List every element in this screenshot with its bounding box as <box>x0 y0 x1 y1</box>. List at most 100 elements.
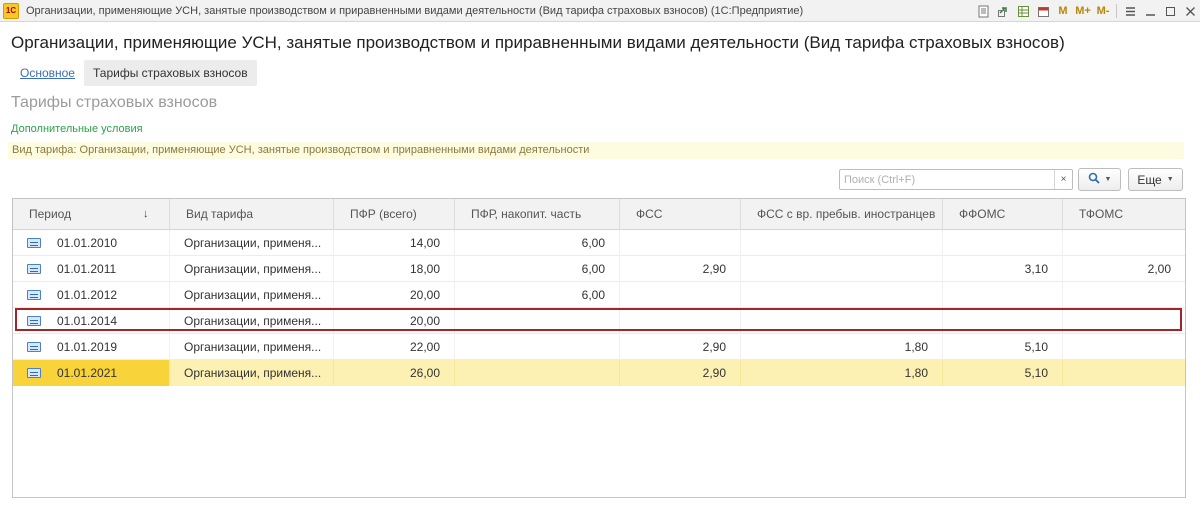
pfr-total-cell: 14,00 <box>334 230 455 256</box>
sort-down-icon[interactable]: ↓ <box>143 199 149 230</box>
maximize-icon[interactable] <box>1160 2 1180 20</box>
section-title: Тарифы страховых взносов <box>11 94 218 111</box>
ffoms-cell <box>943 230 1063 256</box>
column-header-pfr-total[interactable]: ПФР (всего) <box>334 199 455 230</box>
record-icon <box>27 238 41 248</box>
tfoms-cell <box>1063 230 1185 256</box>
fss-cell: 2,90 <box>620 334 741 360</box>
form-tabs: Основное Тарифы страховых взносов <box>11 60 257 86</box>
column-header-rate-type[interactable]: Вид тарифа <box>170 199 334 230</box>
tfoms-cell: 2,00 <box>1147 262 1171 276</box>
table-row[interactable]: 01.01.2019 Организации, применя... 22,00… <box>13 334 1185 360</box>
period-value: 01.01.2010 <box>57 236 118 250</box>
toolbar-divider <box>1116 4 1117 18</box>
ffoms-cell <box>943 282 1063 308</box>
spreadsheet-icon[interactable] <box>1013 2 1033 20</box>
ffoms-cell: 3,10 <box>943 256 1063 282</box>
ffoms-cell: 5,10 <box>943 360 1063 386</box>
window-titlebar: 1С Организации, применяющие УСН, занятые… <box>0 0 1200 22</box>
minimize-icon[interactable] <box>1140 2 1160 20</box>
pfr-accumulative-cell <box>455 334 620 360</box>
tab-insurance-rates[interactable]: Тарифы страховых взносов <box>83 60 257 86</box>
fss-cell <box>620 230 741 256</box>
pfr-accumulative-cell: 6,00 <box>455 230 620 256</box>
rate-type-cell: Организации, применя... <box>170 282 334 308</box>
memory-store-button[interactable]: M <box>1053 2 1073 20</box>
additional-conditions-link[interactable]: Дополнительные условия <box>11 123 143 135</box>
period-value: 01.01.2019 <box>57 340 118 354</box>
pfr-total-cell: 20,00 <box>334 282 455 308</box>
search-input[interactable] <box>840 170 1054 189</box>
record-icon <box>27 342 41 352</box>
rate-type-cell: Организации, применя... <box>170 360 334 386</box>
period-cell: 01.01.2010 <box>13 230 170 256</box>
tab-main[interactable]: Основное <box>11 60 84 86</box>
rate-type-info: Вид тарифа: Организации, применяющие УСН… <box>8 142 1184 159</box>
period-cell: 01.01.2019 <box>13 334 170 360</box>
table-row[interactable]: 01.01.2012 Организации, применя... 20,00… <box>13 282 1185 308</box>
fss-cell: 2,90 <box>620 256 741 282</box>
table-row[interactable]: 01.01.2011 Организации, применя... 18,00… <box>13 256 1185 282</box>
more-button-label: Еще <box>1137 172 1162 187</box>
tfoms-cell <box>1063 334 1185 360</box>
pfr-accumulative-cell <box>455 360 620 386</box>
column-header-pfr-accumulative[interactable]: ПФР, накопит. часть <box>455 199 620 230</box>
search-icon <box>1088 172 1100 187</box>
link-icon[interactable] <box>993 2 1013 20</box>
pfr-total-cell: 22,00 <box>334 334 455 360</box>
fss-foreign-cell <box>741 282 943 308</box>
column-header-ffoms[interactable]: ФФОМС <box>943 199 1063 230</box>
calendar-icon[interactable] <box>1033 2 1053 20</box>
fss-cell <box>620 282 741 308</box>
record-icon <box>27 368 41 378</box>
search-box: × <box>839 169 1073 190</box>
table-row[interactable]: 01.01.2010 Организации, применя... 14,00… <box>13 230 1185 256</box>
tfoms-cell <box>1063 360 1185 386</box>
titlebar-tools: M M+ M- <box>973 0 1200 22</box>
column-header-period[interactable]: Период ↓ <box>13 199 170 230</box>
pfr-total-cell: 26,00 <box>334 360 455 386</box>
clear-search-icon[interactable]: × <box>1054 170 1072 189</box>
highlight-frame <box>15 308 1182 331</box>
document-icon[interactable] <box>973 2 993 20</box>
rate-type-cell: Организации, применя... <box>170 256 334 282</box>
memory-add-button[interactable]: M+ <box>1073 2 1093 20</box>
rates-table[interactable]: Период ↓ Вид тарифа ПФР (всего) ПФР, нак… <box>12 198 1186 498</box>
table-row-selected[interactable]: 01.01.2021 Организации, применя... 26,00… <box>13 360 1185 386</box>
period-value: 01.01.2011 <box>57 262 117 276</box>
close-icon[interactable] <box>1180 2 1200 20</box>
page-title: Организации, применяющие УСН, занятые пр… <box>11 33 1065 52</box>
period-value: 01.01.2012 <box>57 288 118 302</box>
fss-foreign-cell: 1,80 <box>741 334 943 360</box>
more-button[interactable]: Еще ▼ <box>1128 168 1183 191</box>
fss-cell: 2,90 <box>620 360 741 386</box>
record-icon <box>27 264 41 274</box>
period-cell: 01.01.2021 <box>13 360 170 386</box>
tfoms-cell <box>1063 282 1185 308</box>
chevron-down-icon: ▼ <box>1104 176 1112 183</box>
column-header-fss-foreign[interactable]: ФСС с вр. пребыв. иностранцев <box>741 199 943 230</box>
memory-subtract-button[interactable]: M- <box>1093 2 1113 20</box>
period-cell: 01.01.2012 <box>13 282 170 308</box>
window-title: Организации, применяющие УСН, занятые пр… <box>26 4 804 17</box>
record-icon <box>27 290 41 300</box>
chevron-down-icon: ▼ <box>1166 176 1174 183</box>
fss-foreign-cell: 1,80 <box>741 360 943 386</box>
period-cell: 01.01.2011 <box>13 256 170 282</box>
search-button[interactable]: ▼ <box>1078 168 1121 191</box>
pfr-accumulative-cell: 6,00 <box>455 256 620 282</box>
table-header: Период ↓ Вид тарифа ПФР (всего) ПФР, нак… <box>13 199 1185 230</box>
fss-foreign-cell <box>741 230 943 256</box>
ffoms-cell: 5,10 <box>943 334 1063 360</box>
pfr-accumulative-cell: 6,00 <box>455 282 620 308</box>
menu-icon[interactable] <box>1120 2 1140 20</box>
column-header-label: Период <box>29 207 72 221</box>
rate-type-cell: Организации, применя... <box>170 334 334 360</box>
period-value: 01.01.2021 <box>57 366 118 380</box>
column-header-fss[interactable]: ФСС <box>620 199 741 230</box>
fss-foreign-cell <box>741 256 943 282</box>
pfr-total-cell: 18,00 <box>334 256 455 282</box>
rate-type-cell: Организации, применя... <box>170 230 334 256</box>
app-logo-icon: 1С <box>3 2 19 19</box>
column-header-tfoms[interactable]: ТФОМС <box>1063 199 1185 230</box>
